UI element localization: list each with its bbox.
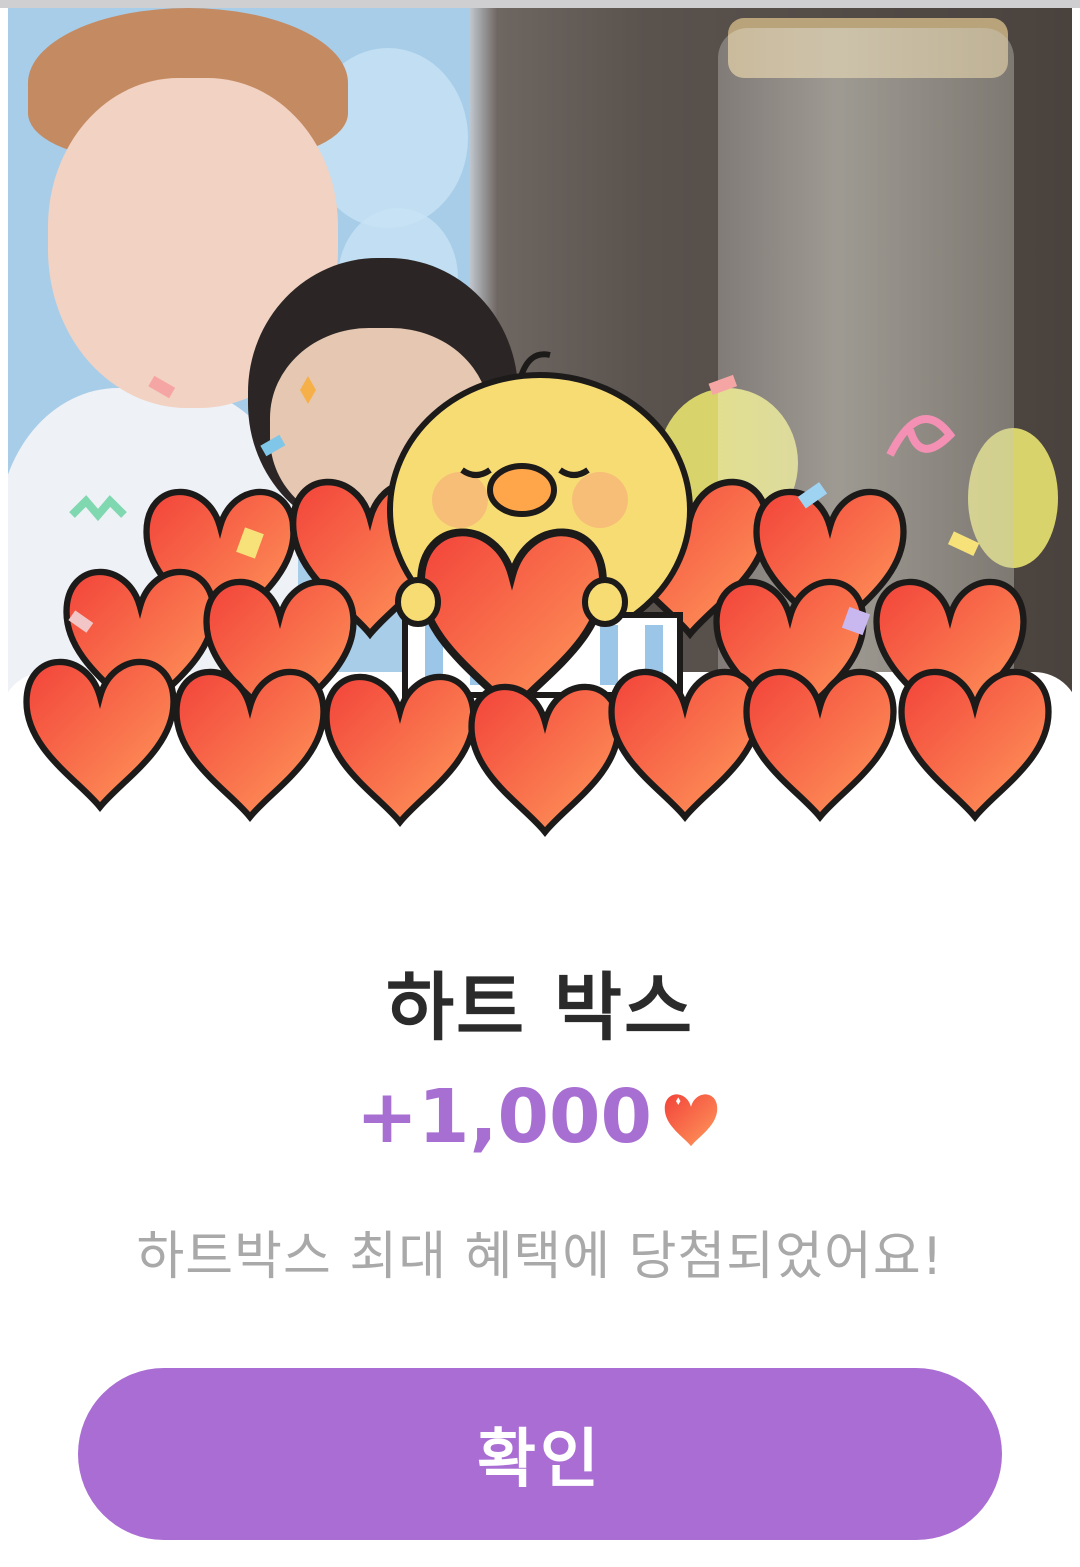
result-message: 하트박스 최대 혜택에 당첨되었어요!	[136, 1227, 944, 1287]
status-strip	[0, 0, 1080, 8]
reward-amount: +1,000	[355, 1074, 653, 1160]
confirm-button-label: 확인	[477, 1423, 603, 1495]
reward-row: +1,000	[0, 1074, 1080, 1160]
confirm-button[interactable]: 확인	[78, 1368, 1002, 1540]
chick-character	[387, 351, 693, 712]
chick-hearts-illustration	[0, 340, 1080, 850]
heart-icon	[658, 1082, 724, 1152]
dialog-title: 하트 박스	[385, 965, 695, 1051]
